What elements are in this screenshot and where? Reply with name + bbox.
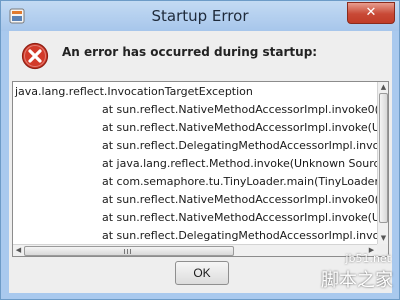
thumb-grip-icon bbox=[130, 249, 131, 254]
trace-line: at sun.reflect.NativeMethodAccessorImpl.… bbox=[102, 103, 377, 116]
title-bar[interactable]: Startup Error ✕ bbox=[1, 1, 399, 31]
thumb-grip-icon bbox=[127, 249, 128, 254]
trace-line: java.lang.reflect.InvocationTargetExcept… bbox=[15, 85, 253, 98]
window-title: Startup Error bbox=[151, 7, 249, 25]
trace-line: at sun.reflect.NativeMethodAccessorImpl.… bbox=[102, 193, 377, 206]
watermark-name: 脚本之家 bbox=[321, 270, 393, 291]
trace-line: at java.lang.reflect.Method.invoke(Unkno… bbox=[102, 157, 377, 170]
close-button[interactable]: ✕ bbox=[347, 2, 395, 24]
scroll-up-arrow-icon[interactable]: ▲ bbox=[378, 82, 388, 93]
scroll-down-arrow-icon[interactable]: ▼ bbox=[378, 233, 388, 244]
vertical-scrollbar[interactable]: ▲ ▼ bbox=[377, 82, 388, 244]
stack-trace-panel[interactable]: java.lang.reflect.InvocationTargetExcept… bbox=[12, 81, 389, 257]
trace-line: at sun.reflect.NativeMethodAccessorImpl.… bbox=[102, 211, 377, 224]
scroll-left-arrow-icon[interactable]: ◀ bbox=[13, 245, 24, 256]
watermark-url: jb51.net bbox=[345, 252, 391, 265]
error-message: An error has occurred during startup: bbox=[62, 45, 318, 59]
trace-line: at sun.reflect.DelegatingMethodAccessorI… bbox=[102, 139, 377, 152]
trace-line: at com.semaphore.tu.TinyLoader.main(Tiny… bbox=[102, 175, 377, 188]
vertical-scroll-thumb[interactable] bbox=[379, 93, 388, 223]
watermark: jb51.net 脚本之家 bbox=[287, 252, 397, 298]
startup-error-dialog: Startup Error ✕ An error has occurred du… bbox=[0, 0, 400, 300]
thumb-grip-icon bbox=[124, 249, 125, 254]
error-icon bbox=[21, 42, 49, 70]
ok-button[interactable]: OK bbox=[175, 261, 229, 285]
trace-line: at sun.reflect.NativeMethodAccessorImpl.… bbox=[102, 121, 377, 134]
trace-line: at sun.reflect.DelegatingMethodAccessorI… bbox=[102, 229, 377, 242]
horizontal-scroll-thumb[interactable] bbox=[24, 246, 234, 256]
stack-trace-text[interactable]: java.lang.reflect.InvocationTargetExcept… bbox=[13, 82, 377, 244]
